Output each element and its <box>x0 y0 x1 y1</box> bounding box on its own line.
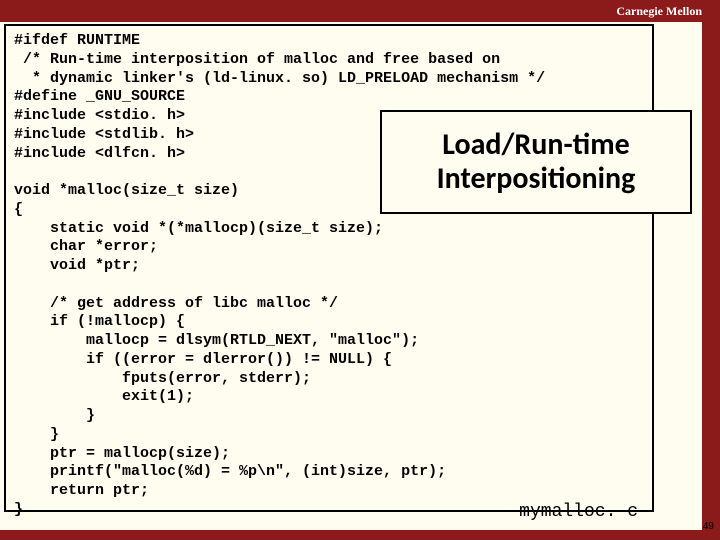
code-listing: #ifdef RUNTIME /* Run-time interposition… <box>4 24 654 512</box>
institution-label: Carnegie Mellon <box>616 4 702 19</box>
slide-title-box: Load/Run-time Interpositioning <box>380 110 692 214</box>
title-line-2: Interpositioning <box>437 162 636 197</box>
title-line-1: Load/Run-time <box>442 128 630 163</box>
source-filename: mymalloc. c <box>519 502 638 522</box>
page-number: 49 <box>703 521 714 532</box>
